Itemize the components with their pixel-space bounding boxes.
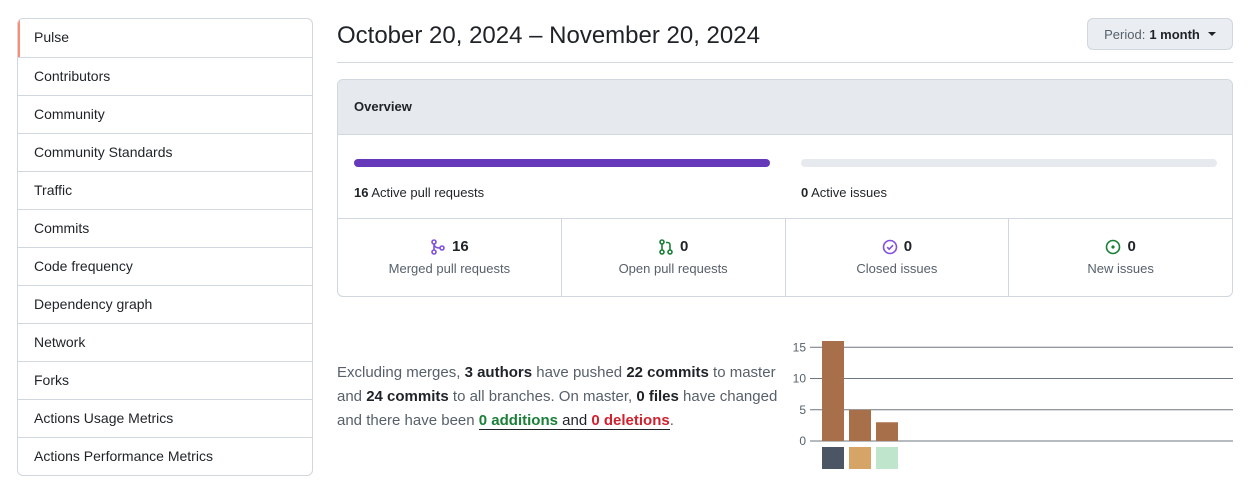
open-pr-label[interactable]: Open pull requests — [562, 261, 785, 276]
sidebar-item-dependency-graph[interactable]: Dependency graph — [18, 285, 312, 323]
merged-pr-label[interactable]: Merged pull requests — [338, 261, 561, 276]
active-pr-label: Active pull requests — [371, 185, 485, 200]
author-avatar[interactable] — [876, 447, 898, 469]
sidebar-item-forks[interactable]: Forks — [18, 361, 312, 399]
sidebar-item-actions-usage-metrics[interactable]: Actions Usage Metrics — [18, 399, 312, 437]
stat-closed-issues[interactable]: 0 Closed issues — [784, 219, 1009, 296]
commit-summary: Excluding merges, 3 authors have pushed … — [337, 364, 778, 430]
new-issue-icon — [1106, 239, 1121, 254]
page-title: October 20, 2024 – November 20, 2024 — [337, 22, 760, 49]
deletions-count: 0 deletions — [591, 412, 670, 429]
all-commits-count: 24 commits — [366, 388, 449, 405]
y-tick-label: 15 — [793, 340, 807, 354]
commit-bar[interactable] — [876, 422, 898, 441]
stat-new-issues[interactable]: 0 New issues — [1008, 219, 1232, 296]
active-issues-count: 0 — [801, 185, 809, 200]
sidebar-item-network[interactable]: Network — [18, 323, 312, 361]
commits-by-author-chart: 0 5 10 15 — [793, 340, 1233, 469]
sidebar-item-code-frequency[interactable]: Code frequency — [18, 247, 312, 285]
active-issues-summary: 0 Active issues — [801, 185, 887, 200]
sidebar-item-commits[interactable]: Commits — [18, 209, 312, 247]
pull-requests-bar[interactable] — [354, 159, 770, 167]
y-tick-label: 10 — [793, 372, 807, 386]
active-pull-requests-summary: 16 Active pull requests — [354, 185, 484, 200]
files-changed-count: 0 files — [636, 388, 679, 405]
open-pr-value: 0 — [679, 238, 689, 255]
sidebar-item-contributors[interactable]: Contributors — [18, 57, 312, 95]
period-prefix: Period: — [1104, 26, 1146, 42]
closed-issue-icon — [882, 239, 898, 254]
closed-issues-label[interactable]: Closed issues — [786, 261, 1009, 276]
sidebar-item-actions-performance-metrics[interactable]: Actions Performance Metrics — [18, 437, 312, 475]
active-pr-count: 16 — [354, 185, 369, 200]
merged-pr-value: 16 — [452, 238, 469, 255]
y-tick-label: 0 — [799, 434, 806, 448]
additions-count: 0 additions — [478, 412, 558, 429]
overview-stats: 16 Merged pull requests 0 Open pull requ… — [338, 219, 1232, 296]
pull-requests-bar-fill — [354, 159, 770, 167]
new-issues-label[interactable]: New issues — [1009, 261, 1232, 276]
commit-bar[interactable] — [822, 341, 844, 441]
stat-open-pull-requests[interactable]: 0 Open pull requests — [560, 219, 785, 296]
activity-bars: 16 Active pull requests 0 Active issues — [338, 135, 1232, 219]
insights-sidebar: Pulse Contributors Community Community Stan… — [17, 18, 313, 476]
sidebar-item-community-standards[interactable]: Community Standards — [18, 133, 312, 171]
merged-pr-icon — [431, 238, 445, 255]
closed-issues-value: 0 — [903, 238, 913, 255]
caret-down-icon — [1207, 32, 1216, 36]
sidebar-item-community[interactable]: Community — [18, 95, 312, 133]
period-value: 1 month — [1149, 26, 1200, 42]
author-avatar[interactable] — [849, 447, 871, 469]
stat-merged-pull-requests[interactable]: 16 Merged pull requests — [338, 219, 561, 296]
author-avatar[interactable] — [822, 447, 844, 469]
additions-deletions-link[interactable]: 0 additions and 0 deletions — [478, 412, 670, 430]
master-commits-count: 22 commits — [626, 364, 709, 381]
sidebar-item-pulse[interactable]: Pulse — [18, 19, 312, 57]
sidebar-item-traffic[interactable]: Traffic — [18, 171, 312, 209]
period-dropdown-button[interactable]: Period: 1 month — [1087, 18, 1233, 50]
active-issues-label: Active issues — [811, 185, 888, 200]
y-tick-label: 5 — [799, 403, 806, 417]
open-pr-icon — [659, 238, 673, 255]
overview-panel: Overview 16 Active pull requests 0 Activ… — [337, 79, 1233, 297]
issues-bar[interactable] — [801, 159, 1217, 167]
authors-count: 3 authors — [464, 364, 533, 381]
new-issues-value: 0 — [1127, 238, 1136, 255]
header-divider — [337, 62, 1233, 63]
commit-bar[interactable] — [849, 409, 871, 441]
overview-heading: Overview — [338, 80, 1232, 135]
